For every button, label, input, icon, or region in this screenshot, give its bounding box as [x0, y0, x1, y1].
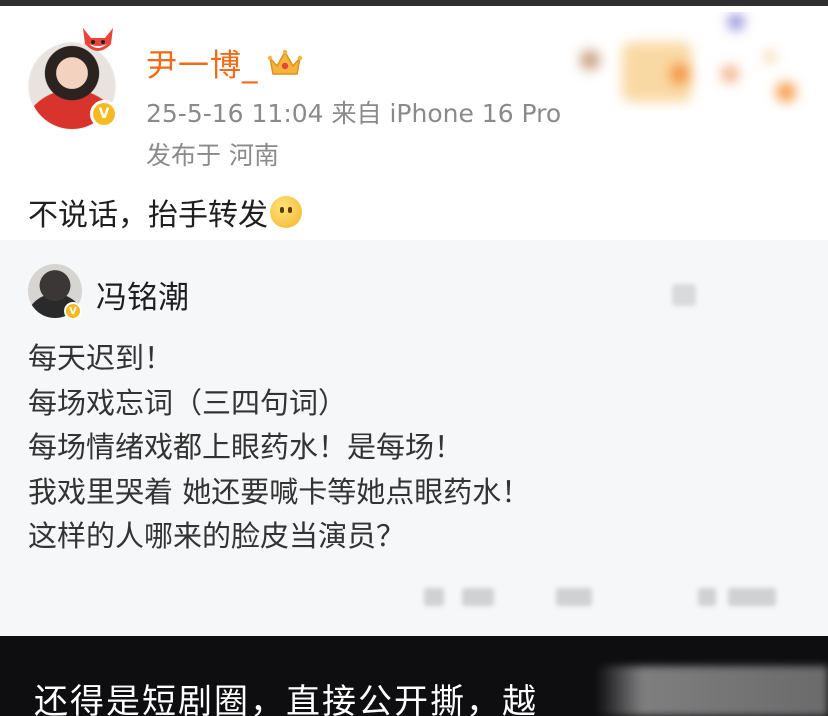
crown-icon[interactable] — [267, 48, 303, 78]
username-row: 尹一博_ — [146, 40, 303, 85]
repost-icon[interactable] — [424, 588, 444, 606]
repost-line: 每天迟到！ — [28, 341, 174, 375]
caption-text: 还得是短剧圈，直接公开撕，越 — [34, 682, 538, 716]
fox-decoration-icon — [83, 28, 113, 51]
post-text: 不说话，抬手转发 — [28, 190, 302, 234]
like-count[interactable] — [728, 588, 776, 606]
more-icon[interactable] — [672, 284, 696, 306]
repost-line: 这样的人哪来的脸皮当演员？ — [28, 519, 406, 553]
post-header: V 尹一博_ 25-5-16 11:04 来自 iPhone 16 Pro 发布… — [0, 6, 828, 176]
caption-bar: 还得是短剧圈，直接公开撕，越 — [0, 636, 828, 716]
blurred-decoration — [580, 14, 796, 102]
comment-button[interactable] — [556, 588, 592, 606]
repost-author[interactable]: 冯铭潮 — [96, 272, 189, 317]
post-time-source: 25-5-16 11:04 来自 iPhone 16 Pro — [146, 99, 562, 128]
smile-emoji-icon — [270, 196, 302, 228]
like-icon[interactable] — [698, 588, 716, 606]
blurred-caption-overlay — [596, 666, 828, 716]
post-text-content: 不说话，抬手转发 — [28, 198, 268, 233]
verified-v-icon: V — [64, 302, 82, 320]
repost-text: 每天迟到！ 每场戏忘词（三四句词） 每场情绪戏都上眼药水！是每场！ 我戏里哭着 … — [28, 336, 530, 559]
repost-card[interactable]: V 冯铭潮 每天迟到！ 每场戏忘词（三四句词） 每场情绪戏都上眼药水！是每场！ … — [0, 240, 828, 636]
repost-line: 每场戏忘词（三四句词） — [28, 385, 348, 420]
repost-count[interactable] — [462, 588, 494, 606]
repost-line: 每场情绪戏都上眼药水！是每场！ — [28, 430, 464, 464]
post-location: 发布于 河南 — [146, 141, 279, 170]
repost-line: 我戏里哭着 她还要喊卡等她点眼药水！ — [28, 474, 531, 509]
verified-v-icon: V — [90, 100, 118, 128]
repost-action-bar — [0, 580, 828, 610]
username-link[interactable]: 尹一博_ — [146, 40, 259, 85]
